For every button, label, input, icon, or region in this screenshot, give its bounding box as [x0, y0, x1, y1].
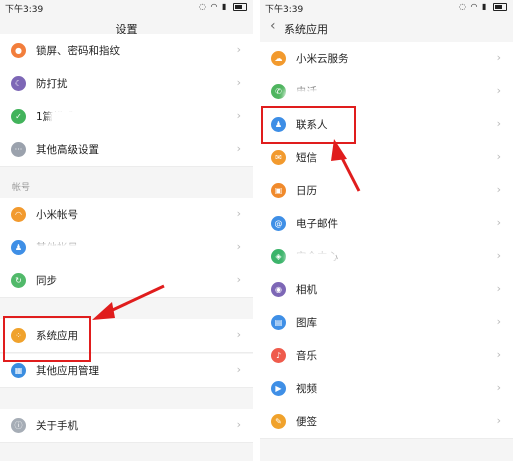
arrow-to-system-apps: [92, 284, 165, 320]
annotation-arrows: [92, 139, 361, 320]
arrow-to-contacts: [331, 139, 361, 192]
